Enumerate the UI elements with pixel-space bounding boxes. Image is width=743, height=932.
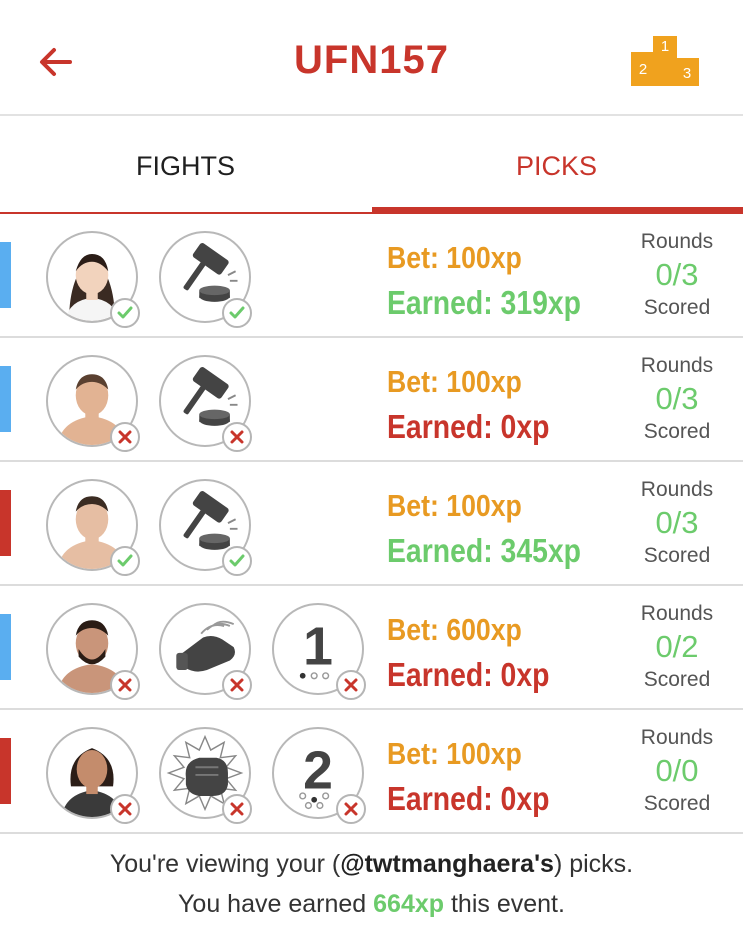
earned-amount: Earned: 0xp — [387, 780, 550, 817]
bet-amount: Bet: 100xp — [387, 488, 522, 523]
check-icon — [117, 306, 133, 319]
rounds-label: Rounds — [640, 602, 714, 625]
corner-indicator-blue — [0, 242, 11, 308]
scored-label: Scored — [643, 668, 711, 691]
tab-picks[interactable]: PICKS — [371, 118, 742, 214]
round-number: 2 — [303, 741, 333, 800]
bet-amount: Bet: 600xp — [387, 612, 522, 647]
pick-row[interactable]: 1 Bet: 600xp Earned: 0xp Rounds 0/2 Scor… — [0, 586, 743, 710]
username-handle: @twtmanghaera's — [340, 850, 554, 878]
corner-indicator-red — [0, 490, 11, 556]
wrong-x-badge — [222, 422, 252, 452]
rounds-scored: Rounds 0/0 Scored — [624, 726, 730, 816]
rounds-label: Rounds — [640, 230, 714, 253]
x-icon — [118, 678, 132, 692]
pick-row[interactable]: 2 Bet: 100xp Earned: 0xp Rounds 0/0 Scor… — [0, 710, 743, 834]
earned-summary: You have earned 664xp this event. — [0, 890, 743, 919]
scored-label: Scored — [643, 296, 711, 319]
tab-fights[interactable]: FIGHTS — [0, 118, 371, 214]
picks-summary: You're viewing your (@twtmanghaera's) pi… — [0, 836, 743, 932]
app-header: UFN157 1 2 3 — [0, 0, 743, 116]
pick-row[interactable]: Bet: 100xp Earned: 319xp Rounds 0/3 Scor… — [0, 214, 743, 338]
corner-indicator-blue — [0, 614, 11, 680]
rounds-scored: Rounds 0/2 Scored — [624, 602, 730, 692]
x-icon — [344, 678, 358, 692]
podium-icon: 1 2 3 — [631, 36, 699, 86]
x-icon — [230, 430, 244, 444]
correct-check-badge — [110, 298, 140, 328]
bet-amount: Bet: 100xp — [387, 364, 522, 399]
earned-amount: Earned: 319xp — [387, 284, 582, 321]
rounds-value: 0/0 — [655, 753, 699, 788]
wrong-x-badge — [110, 670, 140, 700]
viewing-notice: You're viewing your (@twtmanghaera's) pi… — [0, 850, 743, 879]
pick-row[interactable]: Bet: 100xp Earned: 0xp Rounds 0/3 Scored — [0, 338, 743, 462]
scored-label: Scored — [643, 792, 711, 815]
earned-suffix: this event. — [444, 890, 565, 918]
round-number: 1 — [303, 617, 333, 676]
bet-amount: Bet: 100xp — [387, 736, 522, 771]
leaderboard-button[interactable]: 1 2 3 — [628, 34, 702, 86]
corner-indicator-red — [0, 738, 11, 804]
wrong-x-badge — [336, 670, 366, 700]
correct-check-badge — [110, 546, 140, 576]
correct-check-badge — [222, 546, 252, 576]
rounds-label: Rounds — [640, 478, 714, 501]
rounds-label: Rounds — [640, 354, 714, 377]
correct-check-badge — [222, 298, 252, 328]
scored-label: Scored — [643, 420, 711, 443]
active-tab-indicator — [372, 207, 743, 214]
check-icon — [117, 554, 133, 567]
tab-bar: FIGHTS PICKS — [0, 118, 743, 215]
rounds-value: 0/2 — [655, 629, 699, 664]
podium-place-1: 1 — [661, 38, 669, 55]
rounds-value: 0/3 — [655, 505, 699, 540]
rounds-scored: Rounds 0/3 Scored — [624, 230, 730, 320]
rounds-value: 0/3 — [655, 381, 699, 416]
picks-list: Bet: 100xp Earned: 319xp Rounds 0/3 Scor… — [0, 214, 743, 834]
bet-amount: Bet: 100xp — [387, 240, 522, 275]
rounds-scored: Rounds 0/3 Scored — [624, 478, 730, 568]
x-icon — [118, 430, 132, 444]
corner-indicator-blue — [0, 366, 11, 432]
wrong-x-badge — [110, 422, 140, 452]
viewing-prefix: You're viewing your ( — [109, 850, 341, 878]
podium-place-3: 3 — [683, 65, 691, 82]
pick-row[interactable]: Bet: 100xp Earned: 345xp Rounds 0/3 Scor… — [0, 462, 743, 586]
x-icon — [344, 802, 358, 816]
earned-amount: Earned: 345xp — [387, 532, 582, 569]
x-icon — [118, 802, 132, 816]
earned-prefix: You have earned — [178, 890, 374, 918]
wrong-x-badge — [222, 794, 252, 824]
total-xp: 664xp — [373, 890, 445, 918]
check-icon — [229, 554, 245, 567]
scored-label: Scored — [643, 544, 711, 567]
podium-place-2: 2 — [639, 61, 647, 78]
wrong-x-badge — [222, 670, 252, 700]
check-icon — [229, 306, 245, 319]
wrong-x-badge — [336, 794, 366, 824]
rounds-value: 0/3 — [655, 257, 699, 292]
viewing-suffix: ) picks. — [553, 850, 634, 878]
rounds-label: Rounds — [640, 726, 714, 749]
x-icon — [230, 802, 244, 816]
wrong-x-badge — [110, 794, 140, 824]
rounds-scored: Rounds 0/3 Scored — [624, 354, 730, 444]
earned-amount: Earned: 0xp — [387, 656, 550, 693]
x-icon — [230, 678, 244, 692]
earned-amount: Earned: 0xp — [387, 408, 550, 445]
